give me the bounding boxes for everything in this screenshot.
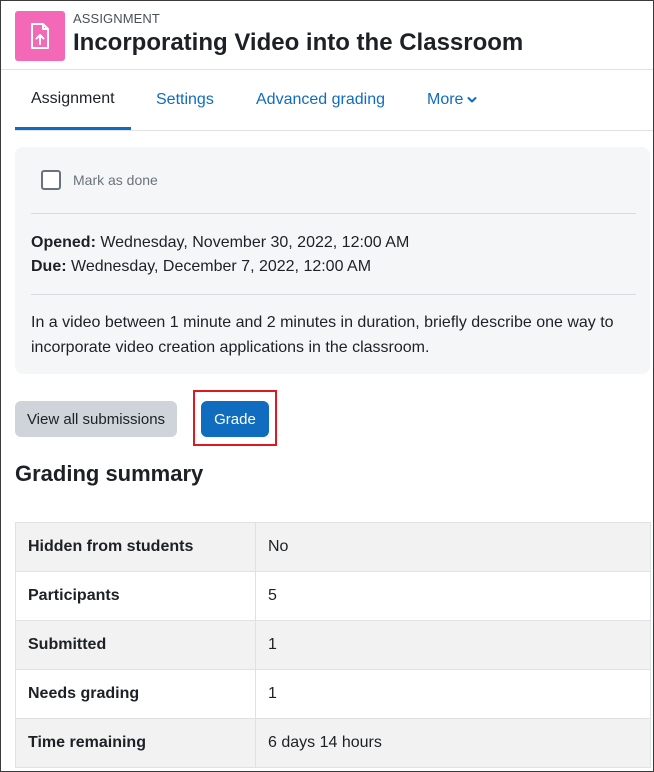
info-divider [31, 213, 636, 214]
page-frame: ASSIGNMENT Incorporating Video into the … [0, 0, 654, 772]
due-date: Due: Wednesday, December 7, 2022, 12:00 … [31, 255, 409, 279]
summary-key: Submitted [15, 620, 256, 670]
view-all-submissions-button[interactable]: View all submissions [15, 401, 177, 437]
activity-dates: Opened: Wednesday, November 30, 2022, 12… [31, 231, 409, 279]
activity-information: Mark as done Opened: Wednesday, November… [15, 147, 650, 374]
table-row: Hidden from students No [15, 522, 651, 572]
tab-settings[interactable]: Settings [140, 70, 230, 130]
chevron-down-icon [467, 96, 477, 104]
tab-label: Settings [156, 91, 214, 108]
summary-key: Hidden from students [15, 522, 256, 572]
mark-as-done-toggle[interactable]: Mark as done [41, 169, 158, 191]
summary-value: 1 [255, 620, 651, 670]
secondary-navigation: Assignment Settings Advanced grading Mor… [15, 70, 653, 130]
summary-value: 6 days 14 hours [255, 718, 651, 768]
due-label: Due: [31, 258, 67, 275]
table-row: Time remaining 6 days 14 hours [15, 718, 651, 768]
mark-as-done-label: Mark as done [73, 172, 158, 188]
tab-advanced-grading[interactable]: Advanced grading [240, 70, 401, 130]
assignment-upload-icon [15, 11, 65, 61]
grading-summary-table: Hidden from students No Participants 5 S… [15, 522, 651, 768]
summary-key: Participants [15, 571, 256, 621]
info-divider [31, 294, 636, 295]
opened-date: Opened: Wednesday, November 30, 2022, 12… [31, 231, 409, 255]
tab-label: Assignment [31, 89, 115, 107]
tab-label: More [427, 91, 464, 108]
tab-more[interactable]: More [411, 70, 493, 130]
activity-type-label: ASSIGNMENT [73, 11, 160, 26]
grade-button[interactable]: Grade [201, 401, 269, 437]
grading-summary-heading: Grading summary [15, 461, 204, 486]
summary-key: Time remaining [15, 718, 256, 768]
activity-header: ASSIGNMENT Incorporating Video into the … [15, 9, 653, 63]
summary-value: 5 [255, 571, 651, 621]
tabs-divider [15, 130, 653, 131]
mark-as-done-checkbox[interactable] [41, 170, 61, 190]
due-value: Wednesday, December 7, 2022, 12:00 AM [66, 258, 372, 275]
opened-value: Wednesday, November 30, 2022, 12:00 AM [95, 234, 410, 251]
summary-value: 1 [255, 669, 651, 719]
summary-key: Needs grading [15, 669, 256, 719]
tab-label: Advanced grading [256, 91, 385, 108]
opened-label: Opened: [31, 234, 96, 251]
page-title: Incorporating Video into the Classroom [73, 29, 524, 56]
table-row: Submitted 1 [15, 620, 651, 670]
tab-assignment[interactable]: Assignment [15, 70, 131, 130]
summary-value: No [255, 522, 651, 572]
assignment-description: In a video between 1 minute and 2 minute… [31, 314, 614, 356]
table-row: Participants 5 [15, 571, 651, 621]
table-row: Needs grading 1 [15, 669, 651, 719]
